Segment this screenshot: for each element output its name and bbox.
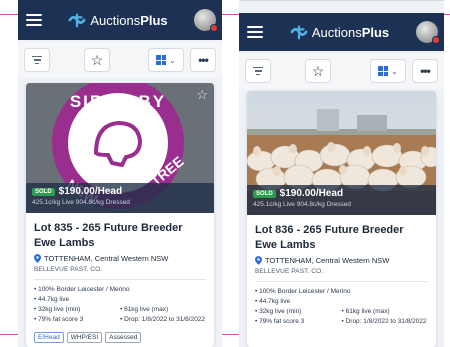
grid-view-icon (156, 55, 167, 65)
filter-button[interactable] (245, 59, 271, 83)
attribute: • 100% Border Leicester / Merino (255, 288, 351, 295)
logo-text-light: Auctions (311, 24, 362, 40)
logo-text-light: Auctions (90, 12, 141, 28)
notification-badge (432, 36, 440, 44)
filter-icon (32, 55, 42, 65)
toolbar: ☆ ⌄ ••• (239, 53, 444, 89)
phone-screen-right: Auctions Plus ☆ ⌄ ••• ☆ SOLD $190.00/Hea… (239, 0, 444, 347)
more-icon: ••• (198, 53, 209, 67)
price: $190.00/Head (58, 186, 123, 197)
attribute-list: • 100% Border Leicester / Merino • 44.7k… (34, 285, 206, 325)
more-icon: ••• (420, 64, 431, 78)
svg-text:SIRED BY: SIRED BY (70, 92, 166, 111)
connector-line (0, 334, 18, 335)
lot-photo[interactable]: ☆ SOLD $190.00/Head 425.1c/kg Live 904.8… (247, 91, 436, 215)
auctionsplus-logo[interactable]: Auctions Plus (42, 12, 194, 28)
favorites-button[interactable]: ☆ (84, 48, 110, 72)
logo-text-bold: Plus (140, 12, 168, 28)
attribute: • 44.7kg live (255, 298, 291, 305)
toolbar: ☆ ⌄ ••• (18, 42, 222, 78)
attribute: • 61kg live (max) (341, 308, 390, 315)
location: TOTTENHAM, Central Western NSW (44, 254, 169, 263)
attribute: • 79% fat score 3 (255, 318, 305, 325)
tag[interactable]: Assessed (105, 332, 142, 343)
tag-list: E/Head WHP/ESI Assessed (34, 332, 206, 343)
vendor: BELLEVUE PAST. CO. (255, 268, 324, 275)
connector-line (0, 14, 18, 15)
lot-title[interactable]: Lot 836 - 265 Future Breeder Ewe Lambs (255, 223, 428, 253)
logo-mark-icon (290, 25, 308, 40)
view-toggle-button[interactable]: ⌄ (370, 59, 406, 83)
attribute: • 32kg live (min) (34, 306, 81, 313)
pin-icon (34, 254, 41, 263)
notification-badge (210, 24, 218, 32)
app-header: Auctions Plus (239, 13, 444, 51)
attribute: • Drop: 1/8/2022 to 31/8/2022 (341, 318, 427, 325)
lot-title[interactable]: Lot 835 - 265 Future Breeder Ewe Lambs (34, 221, 206, 251)
divider (34, 279, 206, 280)
hamburger-icon[interactable] (26, 14, 42, 26)
more-button[interactable]: ••• (412, 59, 438, 83)
pin-icon (255, 256, 262, 265)
attribute: • 79% fat score 3 (34, 316, 84, 323)
lot-photo[interactable]: SIRED BY NEW TREE ☆ SOLD $190.00/Head 42… (26, 83, 214, 213)
star-icon: ☆ (311, 62, 325, 79)
attribute: • 32kg live (min) (255, 308, 302, 315)
auctionsplus-logo[interactable]: Auctions Plus (263, 24, 416, 40)
view-toggle-button[interactable]: ⌄ (148, 48, 184, 72)
favorite-star-icon[interactable]: ☆ (418, 95, 430, 111)
tag[interactable]: E/Head (34, 332, 64, 343)
more-button[interactable]: ••• (190, 48, 216, 72)
divider (255, 281, 428, 282)
price-overlay: SOLD $190.00/Head 425.1c/kg Live 904.8c/… (247, 185, 436, 215)
avatar[interactable] (194, 9, 218, 32)
logo-text-bold: Plus (361, 24, 390, 40)
attribute: • 100% Border Leicester / Merino (34, 286, 130, 293)
phone-screen-left: AuctionsPlus ☆ ⌄ ••• SIRED BY NEW TREE ☆ (18, 0, 222, 347)
price-detail: 425.1c/kg Live 904.8c/kg Dressed (32, 199, 130, 206)
price-detail: 425.1c/kg Live 904.8c/kg Dressed (253, 201, 351, 208)
tag[interactable]: WHP/ESI (66, 332, 103, 343)
lot-card[interactable]: SIRED BY NEW TREE ☆ SOLD $190.00/Head 42… (26, 83, 214, 347)
attribute: • 44.7kg live (34, 296, 70, 303)
hamburger-icon[interactable] (247, 26, 263, 38)
lot-card[interactable]: ☆ SOLD $190.00/Head 425.1c/kg Live 904.8… (247, 91, 436, 347)
chevron-down-icon: ⌄ (169, 55, 176, 65)
app-header: Auctions Plus (18, 0, 222, 40)
filter-icon (253, 66, 263, 76)
sold-badge: SOLD (32, 187, 55, 196)
vendor: BELLEVUE PAST. CO. (34, 266, 103, 273)
logo-mark-icon (68, 13, 86, 28)
price: $190.00/Head (279, 188, 344, 199)
attribute: • Drop: 1/8/2022 to 31/8/2022 (120, 316, 206, 323)
attribute: • 61kg live (max) (120, 306, 169, 313)
chevron-down-icon: ⌄ (391, 66, 398, 76)
star-icon: ☆ (90, 51, 104, 68)
avatar[interactable] (416, 21, 440, 44)
sold-badge: SOLD (253, 189, 276, 198)
filter-button[interactable] (24, 48, 50, 72)
favorite-star-icon[interactable]: ☆ (196, 87, 208, 103)
grid-view-icon (378, 66, 389, 76)
location: TOTTENHAM, Central Western NSW (265, 256, 390, 265)
attribute-list: • 100% Border Leicester / Merino • 44.7k… (255, 287, 428, 327)
favorites-button[interactable]: ☆ (305, 59, 331, 83)
price-overlay: SOLD $190.00/Head 425.1c/kg Live 904.8c/… (26, 183, 214, 213)
